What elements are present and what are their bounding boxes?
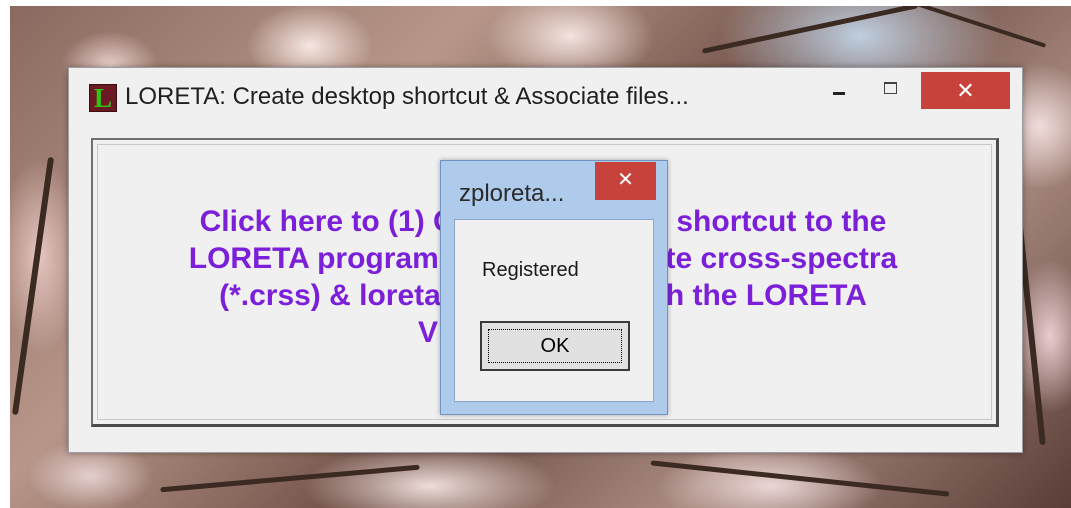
- ok-button[interactable]: OK: [480, 321, 630, 371]
- main-window-title: LORETA: Create desktop shortcut & Associ…: [125, 83, 689, 110]
- maximize-button[interactable]: [884, 82, 898, 96]
- loreta-app-icon: L: [89, 84, 117, 112]
- main-close-button[interactable]: ✕: [921, 72, 1010, 109]
- dialog-title: zploreta...: [459, 180, 565, 207]
- dialog-message: Registered: [482, 259, 579, 281]
- zploreta-dialog: zploreta... ✕ Registered OK: [440, 160, 668, 415]
- minimize-button[interactable]: [831, 86, 849, 100]
- close-icon: ✕: [617, 169, 634, 191]
- ok-button-label: OK: [540, 335, 570, 357]
- dialog-close-button[interactable]: ✕: [595, 162, 656, 200]
- dialog-body: Registered OK: [454, 219, 654, 402]
- close-icon: ✕: [956, 78, 975, 103]
- main-title-bar[interactable]: L LORETA: Create desktop shortcut & Asso…: [69, 68, 1022, 126]
